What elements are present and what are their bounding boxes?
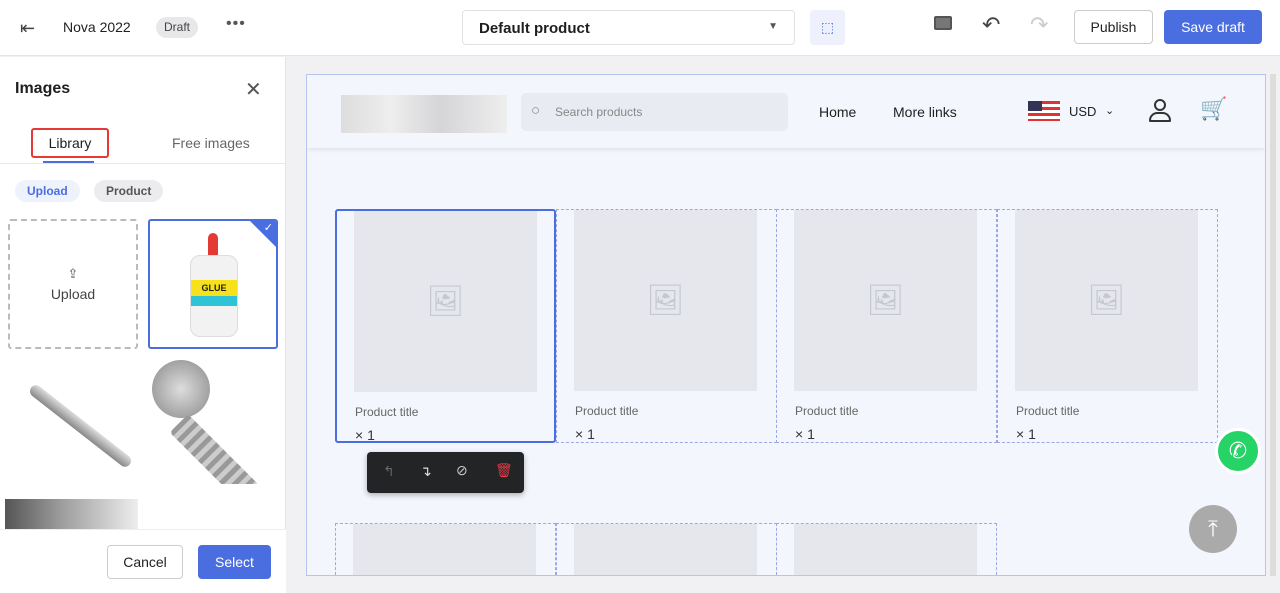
upload-icon: ⇪ xyxy=(67,266,79,281)
save-draft-button[interactable]: Save draft xyxy=(1164,10,1262,44)
panel-title: Images xyxy=(15,80,71,97)
glue-cap xyxy=(208,233,218,255)
select-tool-icon[interactable]: ⬚ xyxy=(810,10,845,45)
preview-canvas: ○ Search products Home More links USD ⌄ … xyxy=(306,74,1266,576)
nav-more-links[interactable]: More links xyxy=(893,104,957,120)
product-qty: × 1 xyxy=(575,426,595,442)
product-card[interactable]: 🖼 Product title × 1 xyxy=(997,209,1218,443)
back-to-top-icon[interactable]: ⤒ xyxy=(1189,505,1237,553)
close-icon[interactable]: ✕ xyxy=(245,77,262,102)
move-down-icon[interactable]: ↴ xyxy=(420,463,432,480)
exit-icon[interactable]: ⇤ xyxy=(20,18,35,39)
status-badge: Draft xyxy=(156,17,199,38)
divider xyxy=(0,163,286,164)
filter-upload[interactable]: Upload xyxy=(15,180,80,202)
chevron-down-icon: ⌄ xyxy=(1105,105,1115,117)
tab-library[interactable]: Library xyxy=(31,128,109,158)
screw-head xyxy=(152,360,210,418)
product-qty: × 1 xyxy=(355,427,375,443)
top-bar: ⇤ Nova 2022 Draft ••• Default product ▼ … xyxy=(0,0,1280,56)
product-card[interactable] xyxy=(335,523,556,575)
product-card[interactable]: 🖼 Product title × 1 xyxy=(776,209,997,443)
chevron-down-icon: ▼ xyxy=(768,21,778,32)
publish-button[interactable]: Publish xyxy=(1074,10,1153,44)
product-title: Product title xyxy=(1016,404,1080,418)
store-logo xyxy=(341,95,507,133)
element-toolbar: ↰ ↴ ⊘ 🗑 xyxy=(367,452,524,493)
cart-icon[interactable]: 🛒 xyxy=(1200,96,1227,122)
upload-label: Upload xyxy=(50,286,96,302)
image-partial[interactable] xyxy=(5,499,138,529)
image-placeholder xyxy=(574,524,757,575)
image-screw[interactable] xyxy=(148,354,278,484)
image-wrench[interactable] xyxy=(8,360,138,490)
store-header: ○ Search products Home More links USD ⌄ … xyxy=(307,75,1265,148)
product-card[interactable] xyxy=(776,523,997,575)
nav-home[interactable]: Home xyxy=(819,104,856,120)
redo-icon[interactable]: ↷ xyxy=(1030,12,1048,38)
product-card[interactable]: 🖼 Product title × 1 xyxy=(335,209,556,443)
cancel-button[interactable]: Cancel xyxy=(107,545,183,579)
whatsapp-icon[interactable]: ✆ xyxy=(1215,428,1261,474)
image-placeholder-icon: 🖼 xyxy=(1015,210,1198,391)
images-panel: Images ✕ Library Free images Upload Prod… xyxy=(0,57,286,593)
search-placeholder: Search products xyxy=(555,105,643,119)
wrench-shape xyxy=(27,382,134,470)
image-placeholder xyxy=(353,524,536,575)
hide-icon[interactable]: ⊘ xyxy=(456,462,468,479)
move-up-icon[interactable]: ↰ xyxy=(383,463,395,480)
product-title: Product title xyxy=(575,404,639,418)
image-glue[interactable]: ✓ GLUE xyxy=(148,219,278,349)
more-icon[interactable]: ••• xyxy=(226,15,246,33)
project-title: Nova 2022 xyxy=(63,19,131,35)
tab-free-images[interactable]: Free images xyxy=(172,135,250,151)
image-placeholder-icon: 🖼 xyxy=(354,211,537,392)
undo-icon[interactable]: ↶ xyxy=(982,12,1000,38)
product-card[interactable]: 🖼 Product title × 1 xyxy=(556,209,777,443)
template-select-value: Default product xyxy=(479,20,590,37)
image-placeholder-icon: 🖼 xyxy=(574,210,757,391)
check-icon: ✓ xyxy=(263,222,273,234)
product-card[interactable] xyxy=(556,523,777,575)
template-select[interactable]: Default product ▼ xyxy=(462,10,795,45)
delete-icon[interactable]: 🗑 xyxy=(495,462,513,479)
image-placeholder-icon: 🖼 xyxy=(794,210,977,391)
screw-shaft xyxy=(169,414,259,484)
us-flag-icon xyxy=(1028,101,1060,121)
product-qty: × 1 xyxy=(1016,426,1036,442)
upload-tile[interactable]: ⇪ Upload xyxy=(8,219,138,349)
currency-select[interactable]: USD xyxy=(1069,104,1096,119)
glue-bottle: GLUE xyxy=(190,255,238,337)
product-qty: × 1 xyxy=(795,426,815,442)
search-input[interactable]: ○ Search products xyxy=(521,93,788,131)
image-placeholder xyxy=(794,524,977,575)
product-title: Product title xyxy=(355,405,419,419)
glue-label: GLUE xyxy=(191,280,237,296)
search-icon: ○ xyxy=(531,102,541,119)
select-button[interactable]: Select xyxy=(198,545,271,579)
account-icon[interactable] xyxy=(1149,99,1171,125)
filter-product[interactable]: Product xyxy=(94,180,164,202)
scrollbar[interactable] xyxy=(1270,74,1276,576)
product-title: Product title xyxy=(795,404,859,418)
desktop-icon[interactable] xyxy=(934,16,952,30)
